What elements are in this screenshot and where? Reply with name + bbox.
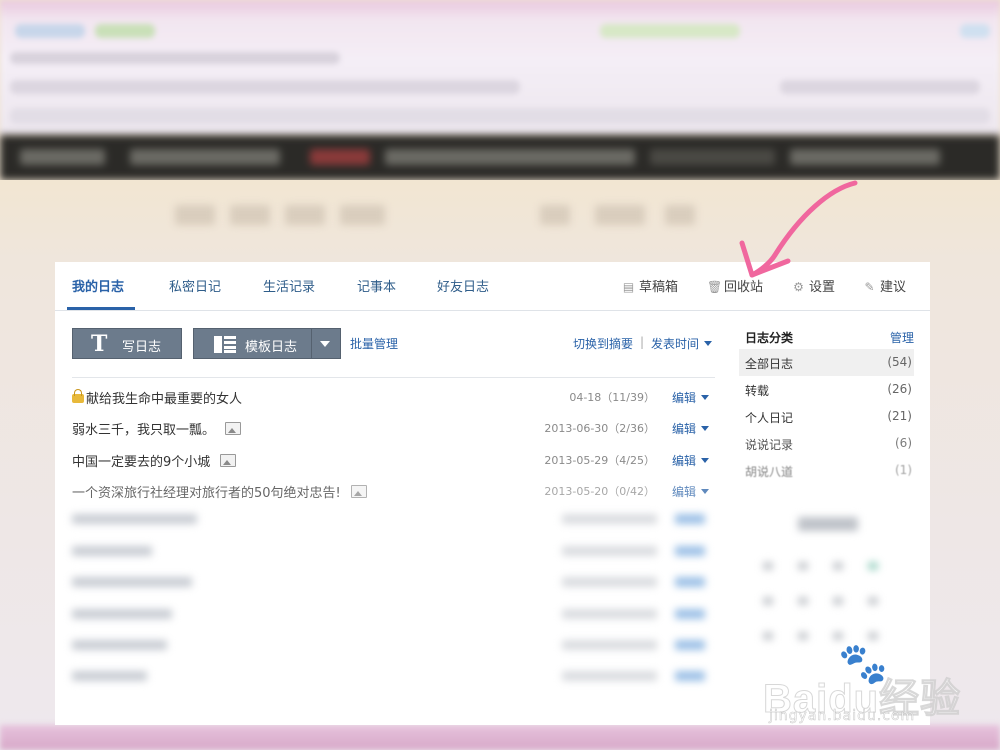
watermark-url: jingyan.baidu.com: [769, 708, 916, 725]
blog-title-text: 献给我生命中最重要的女人: [86, 392, 243, 407]
switch-to-summary-link[interactable]: 切换到摘要: [573, 335, 633, 352]
template-blog-button[interactable]: 模板日志: [193, 328, 341, 359]
category-name: 说说记录: [745, 438, 794, 452]
drafts-icon: ▤: [622, 280, 635, 294]
category-heading: 日志分类: [745, 331, 794, 345]
list-divider: [72, 377, 715, 378]
active-tab-indicator: [67, 307, 135, 310]
trash-icon: 🗑: [707, 280, 723, 294]
edit-label: 编辑: [671, 391, 696, 405]
site-top-bar: [0, 135, 1000, 180]
category-name: 转载: [745, 384, 770, 398]
blurred-nav-item: [540, 205, 570, 225]
edit-dropdown[interactable]: 编辑: [672, 389, 709, 406]
blog-meta: 2013-05-29（4/25）: [544, 454, 655, 467]
drafts-label: 草稿箱: [639, 280, 679, 295]
blog-title[interactable]: 中国一定要去的9个小城: [72, 451, 237, 470]
write-blog-button[interactable]: T 写日志: [72, 328, 182, 359]
pink-annotation-arrow-icon: [739, 180, 858, 278]
tab-private-diary[interactable]: 私密日记: [169, 276, 221, 295]
baidu-jingyan-watermark: 🐾 Baidu经验 jingyan.baidu.com: [762, 638, 993, 728]
suggest-button[interactable]: ✎ 建议: [863, 276, 906, 295]
sort-by-time-label: 发表时间: [651, 337, 700, 351]
tab-friends-blog[interactable]: 好友日志: [437, 276, 489, 295]
lock-icon: [72, 389, 84, 403]
blurred-nav-item: [665, 205, 695, 225]
blog-list-item[interactable]: 中国一定要去的9个小城 2013-05-29（4/25） 编辑: [72, 444, 715, 475]
category-name: 个人日记: [745, 411, 794, 425]
blog-list-item[interactable]: 献给我生命中最重要的女人 04-18（11/39） 编辑: [72, 381, 715, 412]
image-icon: [350, 485, 367, 498]
blurred-nav-item: [340, 205, 385, 225]
write-blog-label: 写日志: [122, 340, 162, 355]
category-personal-diary[interactable]: 个人日记 (21): [739, 403, 914, 430]
blog-title-text: 中国一定要去的9个小城: [72, 455, 211, 470]
edit-dropdown[interactable]: 编辑: [672, 452, 709, 469]
blurred-nav-item: [175, 205, 215, 225]
edit-dropdown[interactable]: 编辑: [672, 420, 709, 437]
blurred-blog-list: [72, 502, 715, 702]
blog-meta: 04-18（11/39）: [569, 391, 655, 404]
blog-title[interactable]: 献给我生命中最重要的女人: [72, 388, 242, 407]
chevron-down-icon[interactable]: [320, 341, 330, 347]
category-repost[interactable]: 转载 (26): [739, 376, 914, 403]
drafts-button[interactable]: ▤ 草稿箱: [622, 276, 678, 295]
edit-label: 编辑: [671, 485, 696, 499]
browser-chrome: [0, 0, 1000, 135]
blurred-nav-item: [595, 205, 645, 225]
template-icon: [214, 336, 236, 353]
edit-icon: ✎: [864, 280, 875, 294]
taskbar: [0, 725, 1000, 750]
sort-by-time-dropdown[interactable]: 发表时间: [651, 335, 713, 352]
template-blog-label: 模板日志: [245, 340, 298, 355]
chevron-down-icon: [704, 341, 713, 346]
category-count: (21): [887, 409, 912, 423]
image-icon: [225, 422, 242, 435]
blog-title[interactable]: 一个资深旅行社经理对旅行者的50句绝对忠告!: [72, 482, 367, 501]
toolbar-separator: |: [640, 335, 645, 349]
category-name: 全部日志: [745, 357, 794, 371]
edit-dropdown[interactable]: 编辑: [672, 483, 709, 500]
blog-title[interactable]: 弱水三千，我只取一瓢。: [72, 419, 242, 438]
category-manage-link[interactable]: 管理: [890, 329, 914, 346]
category-count: (1): [895, 463, 912, 477]
chevron-down-icon: [701, 458, 709, 463]
blurred-nav-item: [230, 205, 270, 225]
text-t-icon: T: [91, 331, 108, 357]
batch-manage-link[interactable]: 批量管理: [350, 335, 398, 352]
edit-label: 编辑: [671, 454, 696, 468]
category-shuoshuo[interactable]: 说说记录 (6): [739, 430, 914, 457]
button-divider: [311, 329, 312, 358]
category-nonsense[interactable]: 胡说八道 (1): [739, 457, 914, 484]
blurred-nav-item: [285, 205, 325, 225]
edit-label: 编辑: [671, 422, 696, 436]
image-icon: [220, 454, 237, 467]
category-name: 胡说八道: [745, 465, 794, 479]
category-count: (26): [887, 382, 912, 396]
chevron-down-icon: [701, 426, 709, 431]
blog-title-text: 弱水三千，我只取一瓢。: [72, 423, 216, 438]
tab-life-record[interactable]: 生活记录: [263, 276, 315, 295]
chevron-down-icon: [701, 395, 709, 400]
tab-notebook[interactable]: 记事本: [357, 276, 396, 295]
blog-title-text: 一个资深旅行社经理对旅行者的50句绝对忠告!: [72, 486, 341, 501]
blog-meta: 2013-05-20（0/42）: [544, 485, 655, 498]
blog-list-item[interactable]: 弱水三千，我只取一瓢。 2013-06-30（2/36） 编辑: [72, 412, 715, 443]
category-all[interactable]: 全部日志 (54): [739, 349, 914, 376]
blog-meta: 2013-06-30（2/36）: [544, 422, 655, 435]
category-count: (54): [887, 355, 912, 369]
suggest-label: 建议: [880, 280, 907, 295]
tab-my-blog[interactable]: 我的日志: [72, 276, 124, 295]
chevron-down-icon: [701, 489, 709, 494]
category-count: (6): [895, 436, 912, 450]
